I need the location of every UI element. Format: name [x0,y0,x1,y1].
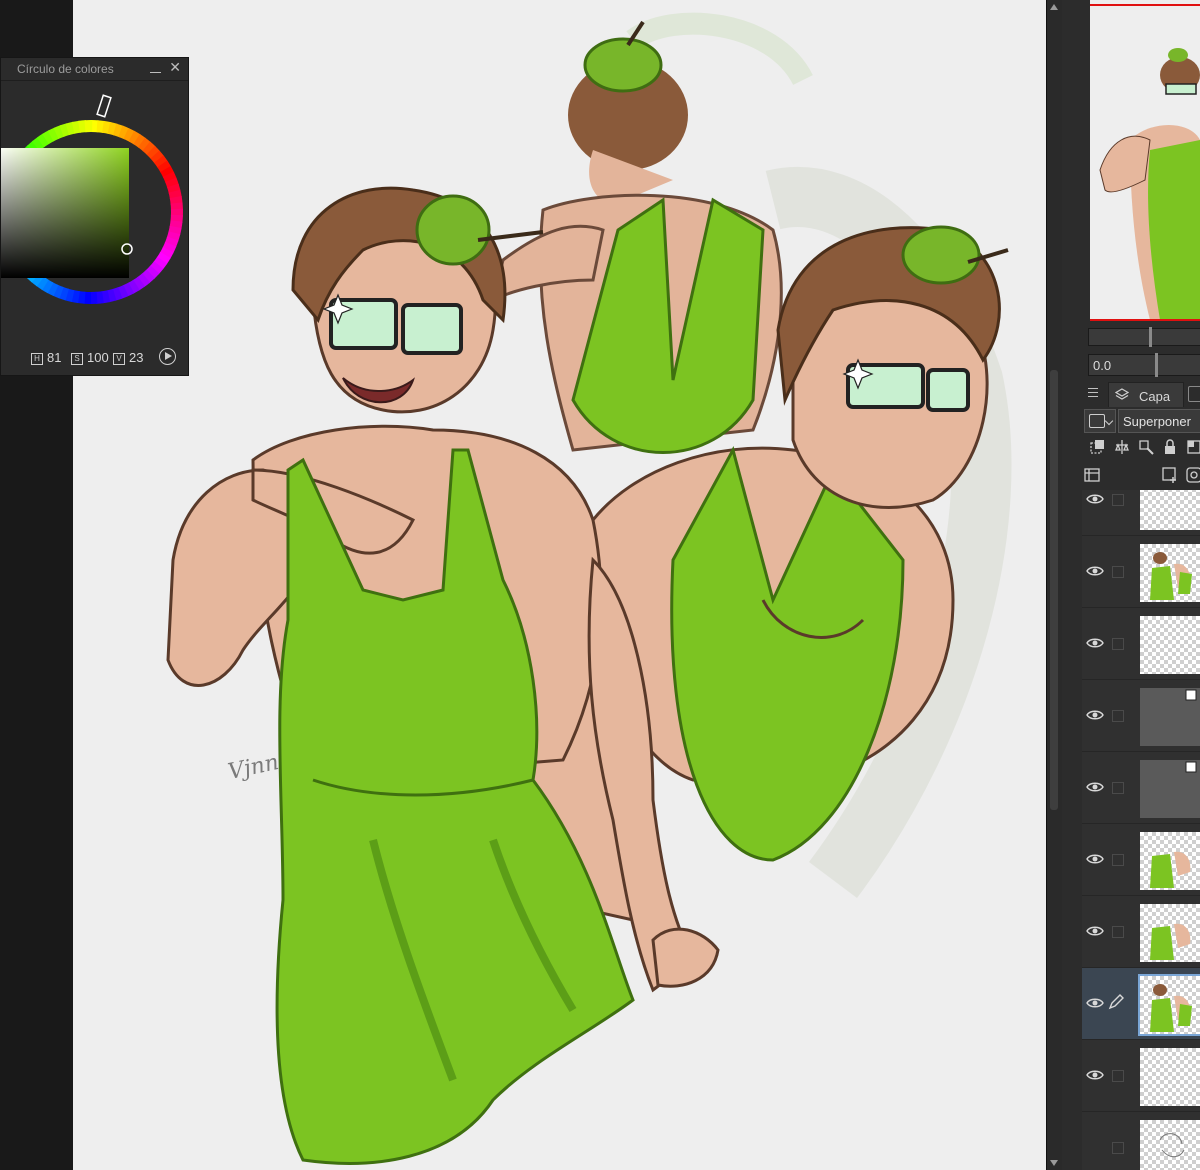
layer-kind-dropdown[interactable] [1084,409,1116,433]
layer-row[interactable] [1082,752,1200,824]
tab-layer[interactable]: Capa [1108,382,1184,409]
layers-stack-icon [1114,388,1130,402]
layer-row[interactable] [1082,608,1200,680]
draft-layer-icon[interactable] [1138,439,1154,455]
layer-thumbnail [1140,688,1200,746]
chevron-down-icon [1104,416,1114,426]
eye-icon[interactable] [1086,1068,1104,1080]
layer-row[interactable] [1082,536,1200,608]
layer-row[interactable] [1082,968,1200,1040]
right-panel: 0.0 Capa Superponer [1062,0,1200,1170]
hue-readout: H 81 [31,350,61,365]
layer-row[interactable] [1082,1112,1200,1170]
artwork [166,12,1012,1165]
hue-picker-cursor[interactable] [96,94,112,118]
play-icon[interactable] [159,348,176,365]
pencil-icon [1108,994,1124,1010]
layer-thumbnail [1138,974,1200,1036]
blend-mode-select[interactable]: Superponer [1118,409,1200,433]
eye-icon[interactable] [1086,492,1104,504]
canvas-vertical-scrollbar[interactable] [1046,0,1062,1170]
layer-list-view-icon[interactable] [1084,467,1100,483]
layer-lock-toggle[interactable] [1112,494,1124,506]
panel-menu-icon[interactable] [1088,388,1098,398]
layer-lock-toggle[interactable] [1112,1070,1124,1082]
eye-icon[interactable] [1086,780,1104,792]
navigator-preview[interactable] [1090,0,1200,320]
eye-icon[interactable] [1086,636,1104,648]
layer-thumbnail [1140,1120,1200,1170]
lock-icon[interactable] [1162,439,1178,455]
tab-layer-label: Capa [1139,389,1171,404]
scrollbar-thumb[interactable] [1050,370,1058,810]
layer-thumbnail [1140,1048,1200,1106]
layer-row[interactable] [1082,896,1200,968]
color-wheel-panel[interactable]: Círculo de colores ✕ H 81 S 100 V 23 [0,57,189,376]
reference-layer-icon[interactable] [1114,439,1130,455]
layer-thumbnail [1140,832,1200,890]
layer-lock-toggle[interactable] [1112,566,1124,578]
rotation-value: 0.0 [1093,358,1112,373]
rotation-slider-handle[interactable] [1155,353,1158,377]
color-panel-titlebar[interactable]: Círculo de colores ✕ [1,58,188,81]
new-layer-icon[interactable] [1162,467,1178,483]
layer-lock-toggle[interactable] [1112,926,1124,938]
scroll-down-icon[interactable] [1050,1160,1058,1166]
blend-mode-value: Superponer [1123,414,1191,429]
layer-tool-row [1082,434,1200,462]
rotation-slider[interactable]: 0.0 [1088,353,1200,377]
layer-row[interactable] [1082,680,1200,752]
layer-thumbnail [1140,760,1200,818]
eye-icon[interactable] [1086,924,1104,936]
layer-tool-row-2 [1082,462,1200,490]
color-panel-title: Círculo de colores [17,62,114,76]
drawing-canvas[interactable]: Vjnn [73,0,1046,1170]
layer-lock-toggle[interactable] [1112,782,1124,794]
scroll-up-icon[interactable] [1050,4,1058,10]
lock-transparent-icon[interactable] [1186,439,1200,455]
zoom-slider[interactable] [1088,327,1200,347]
layer-panel-tabbar: Capa [1082,380,1200,409]
eye-icon[interactable] [1086,996,1104,1008]
layer-lock-toggle[interactable] [1112,638,1124,650]
eye-icon[interactable] [1086,708,1104,720]
layer-thumbnail [1140,616,1200,674]
layer-thumbnail [1140,904,1200,962]
layer-lock-toggle[interactable] [1112,854,1124,866]
layer-row[interactable] [1082,490,1200,536]
layer-row[interactable] [1082,824,1200,896]
saturation-readout: S 100 [71,350,109,365]
minimize-icon[interactable] [150,62,162,74]
color-wheel[interactable] [1,92,187,342]
eye-icon[interactable] [1086,564,1104,576]
hsv-readout: H 81 S 100 V 23 [1,348,190,368]
new-raster-layer-icon[interactable] [1186,467,1200,483]
back-figure [490,20,783,454]
zoom-slider-handle[interactable] [1149,327,1152,347]
layer-list[interactable] [1082,490,1200,1170]
layer-lock-toggle[interactable] [1112,1142,1124,1154]
layer-thumbnail [1140,490,1200,530]
layer-lock-toggle[interactable] [1112,710,1124,722]
tab-next-icon[interactable] [1188,386,1200,402]
layer-thumbnail [1140,544,1200,602]
eye-icon[interactable] [1086,852,1104,864]
clip-to-layer-icon[interactable] [1090,439,1106,455]
navigator-frame-top [1090,4,1200,6]
navigator-frame-bottom [1090,319,1200,321]
close-icon[interactable]: ✕ [169,60,181,74]
layer-property-row: Superponer [1082,407,1200,433]
value-readout: V 23 [113,350,143,365]
layer-row[interactable] [1082,1040,1200,1112]
